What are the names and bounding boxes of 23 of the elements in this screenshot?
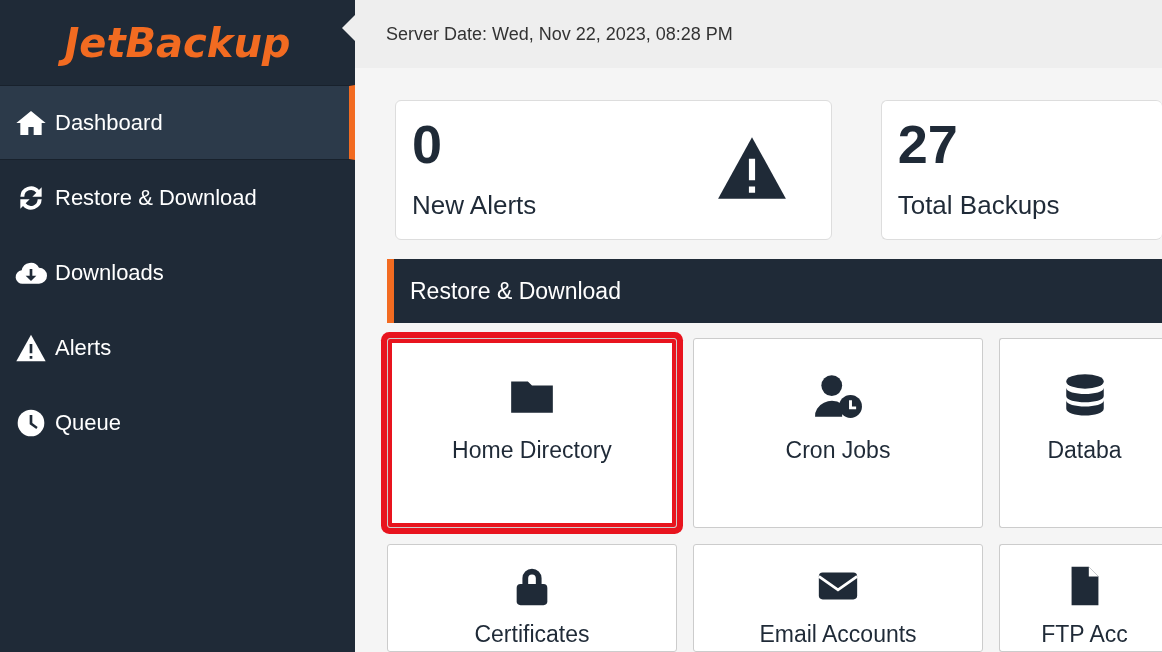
sidebar-nav-item[interactable]: Downloads	[0, 235, 355, 310]
restore-tile[interactable]: Cron Jobs	[693, 338, 983, 528]
sidebar-nav-item[interactable]: Queue	[0, 385, 355, 460]
stat-value: 27	[897, 115, 958, 175]
tile-label: Cron Jobs	[785, 436, 891, 465]
restore-tile[interactable]: Email Accounts	[693, 544, 983, 652]
sidebar-nav-item[interactable]: Alerts	[0, 310, 355, 385]
stat-label: Total Backups	[897, 189, 1061, 223]
restore-tile[interactable]: FTP Acc	[999, 544, 1162, 652]
tile-label: Home Directory	[452, 436, 612, 465]
logo-wordmark: JetBackup	[58, 16, 297, 69]
tile-label: FTP Acc	[1041, 620, 1128, 649]
tile-label: Databa	[1047, 436, 1122, 465]
restore-tile[interactable]: Certificates	[387, 544, 677, 652]
sidebar-nav-item[interactable]: Dashboard	[0, 85, 355, 160]
restore-tile[interactable]: Databa	[999, 338, 1162, 528]
stat-label: New Alerts	[412, 189, 538, 223]
tile-label: Email Accounts	[759, 620, 917, 649]
server-date-text: Server Date: Wed, Nov 22, 2023, 08:28 PM	[386, 22, 733, 46]
stat-value: 0	[412, 115, 443, 175]
sidebar-nav-item[interactable]: Restore & Download	[0, 160, 355, 235]
section-title: Restore & Download	[410, 276, 621, 306]
tile-label: Certificates	[474, 620, 590, 649]
